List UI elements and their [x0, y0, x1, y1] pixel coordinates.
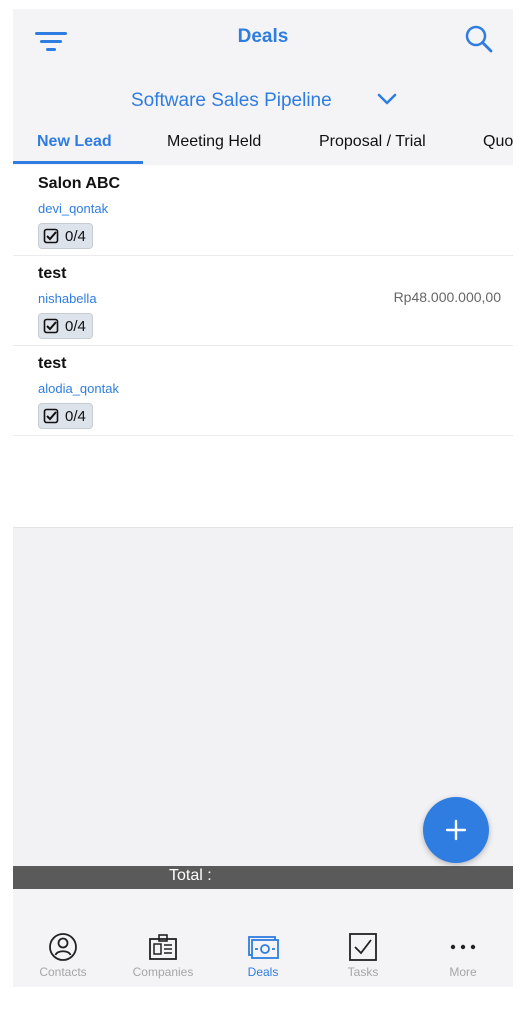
tab-quote[interactable]: Quo: [483, 133, 513, 151]
total-label: Total :: [169, 867, 212, 884]
add-deal-button[interactable]: [423, 797, 489, 863]
chevron-down-icon[interactable]: [376, 91, 398, 107]
deal-owner: devi_qontak: [38, 201, 109, 216]
checkbox-icon: [43, 318, 59, 334]
task-badge: 0/4: [38, 223, 93, 249]
task-badge: 0/4: [38, 403, 93, 429]
active-tab-indicator: [13, 161, 143, 164]
tab-new-lead[interactable]: New Lead: [37, 133, 112, 151]
tab-meeting-held[interactable]: Meeting Held: [167, 133, 261, 151]
task-count: 0/4: [65, 317, 86, 335]
nav-label: Tasks: [347, 965, 379, 979]
nav-contacts[interactable]: Contacts: [13, 931, 113, 979]
tasks-icon: [349, 933, 377, 961]
nav-deals[interactable]: Deals: [213, 931, 313, 979]
checkbox-icon: [43, 228, 59, 244]
app-screen: Deals Software Sales Pipeline New Lead M…: [13, 9, 513, 987]
pipeline-name: Software Sales Pipeline: [131, 90, 332, 111]
pipeline-selector[interactable]: Software Sales Pipeline: [13, 75, 513, 131]
deal-row[interactable]: test alodia_qontak 0/4: [13, 345, 513, 436]
companies-icon: [149, 934, 177, 960]
deal-list: Salon ABC devi_qontak 0/4 test nishabell…: [13, 165, 513, 528]
deal-row[interactable]: test nishabella Rp48.000.000,00 0/4: [13, 255, 513, 346]
search-icon[interactable]: [464, 24, 494, 54]
task-count: 0/4: [65, 407, 86, 425]
deal-row[interactable]: Salon ABC devi_qontak 0/4: [13, 165, 513, 256]
checkbox-icon: [43, 408, 59, 424]
deal-title: test: [38, 265, 67, 282]
task-badge: 0/4: [38, 313, 93, 339]
nav-label: Companies: [132, 965, 194, 979]
plus-icon: [445, 819, 467, 841]
deal-title: Salon ABC: [38, 175, 121, 192]
deal-owner: alodia_qontak: [38, 381, 119, 396]
nav-companies[interactable]: Companies: [113, 931, 213, 979]
total-bar: Total :: [13, 866, 513, 889]
deals-icon: [248, 936, 279, 959]
page-title: Deals: [237, 26, 289, 47]
nav-label: Contacts: [39, 965, 87, 979]
task-count: 0/4: [65, 227, 86, 245]
deal-owner: nishabella: [38, 291, 97, 306]
nav-label: Deals: [247, 965, 279, 979]
top-bar: Deals: [13, 9, 513, 75]
more-icon: [450, 944, 476, 950]
bottom-nav: Contacts Companies Deals Tasks More: [13, 889, 513, 987]
tab-proposal-trial[interactable]: Proposal / Trial: [319, 133, 426, 151]
deal-title: test: [38, 355, 67, 372]
nav-tasks[interactable]: Tasks: [313, 931, 413, 979]
nav-label: More: [449, 965, 477, 979]
nav-more[interactable]: More: [413, 931, 513, 979]
deal-amount: Rp48.000.000,00: [393, 289, 501, 305]
contacts-icon: [49, 933, 77, 961]
